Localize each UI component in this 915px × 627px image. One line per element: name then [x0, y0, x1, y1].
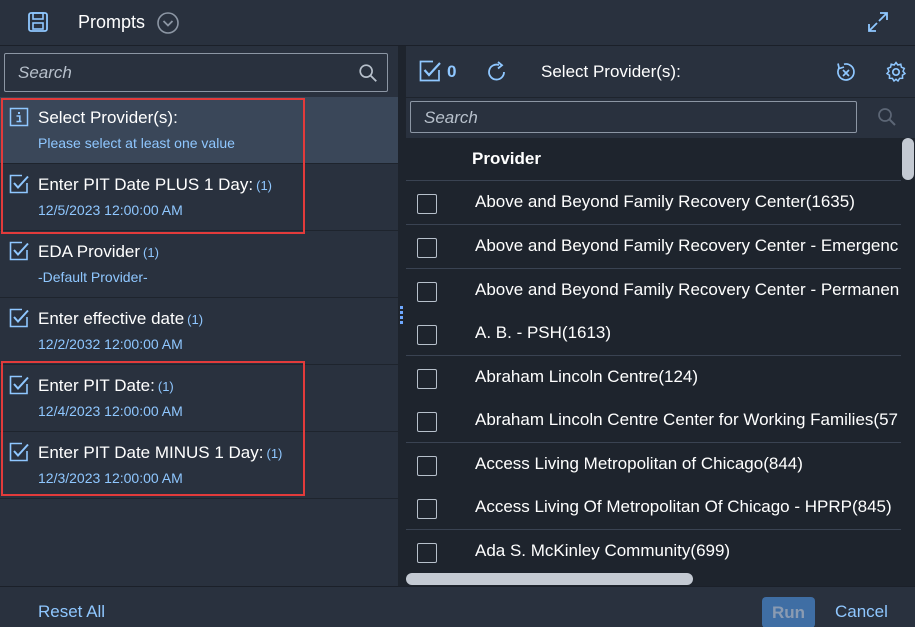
selected-count: 0: [447, 62, 457, 81]
prompt-title: Enter effective date (1): [38, 309, 204, 328]
table-row[interactable]: Above and Beyond Family Recovery Center(…: [406, 181, 901, 225]
prompt-subtitle: 12/4/2023 12:00:00 AM: [38, 403, 183, 419]
prompt-search-input[interactable]: Search: [4, 53, 388, 92]
prompt-item-eda-provider[interactable]: EDA Provider (1) -Default Provider-: [0, 231, 398, 298]
panel-splitter[interactable]: [398, 46, 406, 586]
provider-name: Abraham Lincoln Centre(124): [475, 367, 699, 386]
table-row[interactable]: Abraham Lincoln Centre Center for Workin…: [406, 399, 901, 443]
gear-icon[interactable]: [885, 61, 907, 83]
row-checkbox[interactable]: [417, 238, 437, 258]
table-row[interactable]: Access Living Of Metropolitan Of Chicago…: [406, 486, 901, 530]
reset-all-button[interactable]: Reset All: [38, 602, 105, 622]
prompt-count: (1): [157, 379, 174, 394]
horizontal-scrollbar[interactable]: [406, 571, 915, 586]
provider-name: Above and Beyond Family Recovery Center(…: [475, 192, 855, 211]
prompt-title: EDA Provider (1): [38, 242, 159, 261]
clear-selection-icon[interactable]: [835, 61, 857, 83]
row-checkbox[interactable]: [417, 543, 437, 563]
prompt-subtitle: Please select at least one value: [38, 135, 235, 151]
prompt-subtitle: 12/3/2023 12:00:00 AM: [38, 470, 183, 486]
row-checkbox[interactable]: [417, 369, 437, 389]
table-row[interactable]: Ada S. McKinley Community(699): [406, 530, 901, 571]
provider-name: A. B. - PSH(1613): [475, 323, 612, 342]
provider-name: Abraham Lincoln Centre Center for Workin…: [475, 410, 898, 429]
page-title: Prompts: [78, 12, 146, 32]
prompt-list: Select Provider(s): Please select at lea…: [0, 97, 398, 499]
checked-icon: [9, 375, 29, 395]
provider-table: Provider Above and Beyond Family Recover…: [406, 138, 901, 571]
value-search-input[interactable]: Search: [410, 101, 857, 133]
prompt-subtitle: 12/2/2032 12:00:00 AM: [38, 336, 183, 352]
table-row[interactable]: Above and Beyond Family Recovery Center …: [406, 269, 901, 313]
chevron-down-icon[interactable]: [156, 11, 180, 35]
prompt-title: Enter PIT Date MINUS 1 Day: (1): [38, 443, 283, 462]
provider-name: Above and Beyond Family Recovery Center …: [475, 280, 900, 299]
table-header: Provider: [406, 138, 901, 181]
info-icon: [9, 107, 29, 127]
table-row[interactable]: Abraham Lincoln Centre(124): [406, 356, 901, 400]
provider-name: Ada S. McKinley Community(699): [475, 541, 731, 560]
checked-icon: [9, 308, 29, 328]
prompt-item-pit-date-minus[interactable]: Enter PIT Date MINUS 1 Day: (1) 12/3/2023…: [0, 432, 398, 499]
prompt-count: (1): [266, 446, 283, 461]
row-checkbox[interactable]: [417, 499, 437, 519]
table-row[interactable]: Access Living Metropolitan of Chicago(84…: [406, 443, 901, 487]
vertical-scrollbar[interactable]: [901, 138, 915, 571]
dialog-footer: Reset All Run Cancel: [0, 586, 915, 627]
column-header-provider[interactable]: Provider: [472, 149, 541, 169]
provider-name: Above and Beyond Family Recovery Center …: [475, 236, 899, 255]
table-row[interactable]: A. B. - PSH(1613): [406, 312, 901, 356]
selected-values-icon[interactable]: [419, 60, 441, 82]
horizontal-scroll-thumb[interactable]: [406, 573, 693, 585]
save-icon[interactable]: [26, 10, 50, 34]
search-icon[interactable]: [876, 106, 898, 128]
prompt-count: (1): [187, 312, 204, 327]
row-checkbox[interactable]: [417, 325, 437, 345]
prompt-title: Enter PIT Date: (1): [38, 376, 174, 395]
search-placeholder: Search: [424, 108, 478, 127]
panel-title: Select Provider(s):: [541, 62, 681, 81]
checked-icon: [9, 241, 29, 261]
row-checkbox[interactable]: [417, 282, 437, 302]
prompt-list-panel: Search Select Provider(s): Please select…: [0, 46, 398, 586]
row-checkbox[interactable]: [417, 412, 437, 432]
value-toolbar: 0 Select Provider(s):: [406, 46, 915, 98]
prompt-subtitle: -Default Provider-: [38, 269, 148, 285]
expand-icon[interactable]: [866, 10, 890, 34]
prompt-subtitle: 12/5/2023 12:00:00 AM: [38, 202, 183, 218]
prompt-title: Enter PIT Date PLUS 1 Day: (1): [38, 175, 273, 194]
prompt-item-select-provider[interactable]: Select Provider(s): Please select at lea…: [0, 97, 398, 164]
table-row[interactable]: Above and Beyond Family Recovery Center …: [406, 225, 901, 269]
provider-name: Access Living Of Metropolitan Of Chicago…: [475, 497, 892, 516]
prompts-header: Prompts: [0, 0, 915, 46]
prompt-title: Select Provider(s):: [38, 108, 178, 127]
search-placeholder: Search: [18, 63, 72, 82]
checked-icon: [9, 442, 29, 462]
run-button[interactable]: Run: [762, 597, 815, 627]
provider-name: Access Living Metropolitan of Chicago(84…: [475, 454, 803, 473]
cancel-button[interactable]: Cancel: [835, 602, 888, 622]
value-selection-panel: 0 Select Provider(s): Search Provider Ab…: [406, 46, 915, 586]
refresh-icon[interactable]: [486, 61, 508, 83]
checked-icon: [9, 174, 29, 194]
prompt-item-effective-date[interactable]: Enter effective date (1) 12/2/2032 12:00:…: [0, 298, 398, 365]
prompt-count: (1): [256, 178, 273, 193]
splitter-grip-icon[interactable]: [400, 306, 403, 324]
vertical-scroll-thumb[interactable]: [902, 138, 914, 180]
prompt-count: (1): [143, 245, 159, 260]
row-checkbox[interactable]: [417, 456, 437, 476]
prompt-item-pit-date[interactable]: Enter PIT Date: (1) 12/4/2023 12:00:00 AM: [0, 365, 398, 432]
prompt-item-pit-date-plus[interactable]: Enter PIT Date PLUS 1 Day: (1) 12/5/2023 …: [0, 164, 398, 231]
search-icon[interactable]: [357, 62, 379, 84]
row-checkbox[interactable]: [417, 194, 437, 214]
